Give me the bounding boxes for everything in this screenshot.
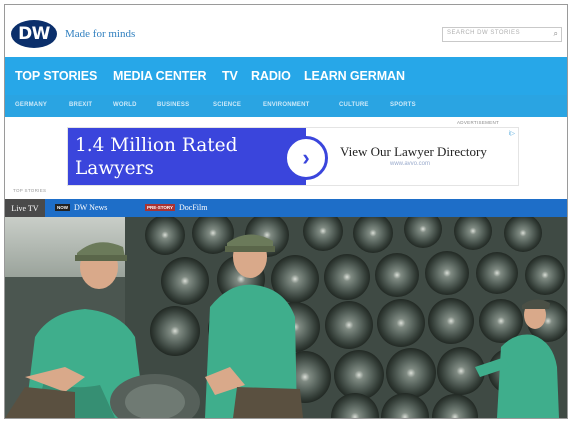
ad-banner[interactable]: 1.4 Million Rated Lawyers › View Our Law… bbox=[67, 127, 519, 186]
subnav-sports[interactable]: SPORTS bbox=[390, 102, 416, 108]
live-tv-button[interactable]: Live TV bbox=[5, 199, 45, 217]
ad-headline-line1: 1.4 Million Rated bbox=[75, 135, 238, 156]
ad-headline-line2: Lawyers bbox=[75, 158, 154, 179]
nav-media-center[interactable]: MEDIA CENTER bbox=[113, 69, 207, 83]
ad-cta[interactable]: View Our Lawyer Directory bbox=[340, 144, 487, 160]
nav-learn-german[interactable]: LEARN GERMAN bbox=[304, 69, 405, 83]
subnav-culture[interactable]: CULTURE bbox=[339, 102, 369, 108]
browser-frame: DW Made for minds SEARCH DW STORIES ⌕ TO… bbox=[4, 4, 568, 419]
hero-photo[interactable] bbox=[5, 217, 567, 418]
stream-dw-news[interactable]: NOW DW News bbox=[55, 203, 107, 212]
section-label: TOP STORIES bbox=[13, 188, 47, 193]
hero-photo-image bbox=[5, 217, 567, 418]
subnav-business[interactable]: BUSINESS bbox=[157, 102, 189, 108]
stream-badge: PRE-STORY bbox=[145, 204, 176, 211]
main-nav: TOP STORIES MEDIA CENTER TV RADIO LEARN … bbox=[5, 57, 567, 95]
nav-radio[interactable]: RADIO bbox=[251, 69, 291, 83]
stream-label: DocFilm bbox=[179, 203, 208, 212]
stream-label: DW News bbox=[74, 203, 108, 212]
chevron-right-icon[interactable]: › bbox=[284, 136, 328, 180]
stream-bar: Live TV NOW DW News PRE-STORY DocFilm bbox=[5, 199, 567, 217]
stream-docfilm[interactable]: PRE-STORY DocFilm bbox=[145, 203, 207, 212]
subnav-environment[interactable]: ENVIRONMENT bbox=[263, 102, 310, 108]
nav-tv[interactable]: TV bbox=[222, 69, 238, 83]
ad-url[interactable]: www.avvo.com bbox=[390, 161, 430, 167]
search-icon[interactable]: ⌕ bbox=[554, 29, 558, 39]
sub-nav: GERMANY BREXIT WORLD BUSINESS SCIENCE EN… bbox=[5, 95, 567, 117]
tagline: Made for minds bbox=[65, 28, 136, 40]
ad-headline: 1.4 Million Rated Lawyers bbox=[75, 134, 237, 180]
subnav-world[interactable]: WORLD bbox=[113, 102, 137, 108]
nav-top-stories[interactable]: TOP STORIES bbox=[15, 69, 97, 83]
stream-badge: NOW bbox=[55, 204, 70, 211]
subnav-brexit[interactable]: BREXIT bbox=[69, 102, 92, 108]
ad-headline-panel[interactable]: 1.4 Million Rated Lawyers bbox=[68, 128, 306, 185]
ad-label: ADVERTISEMENT bbox=[457, 120, 500, 125]
search-input[interactable]: SEARCH DW STORIES ⌕ bbox=[442, 27, 562, 42]
subnav-science[interactable]: SCIENCE bbox=[213, 102, 241, 108]
search-placeholder: SEARCH DW STORIES bbox=[447, 30, 521, 36]
dw-logo[interactable]: DW bbox=[11, 20, 57, 48]
site-header: DW Made for minds SEARCH DW STORIES ⌕ bbox=[5, 5, 567, 57]
ad-info-icon[interactable]: i▷ bbox=[509, 130, 515, 137]
subnav-germany[interactable]: GERMANY bbox=[15, 102, 47, 108]
